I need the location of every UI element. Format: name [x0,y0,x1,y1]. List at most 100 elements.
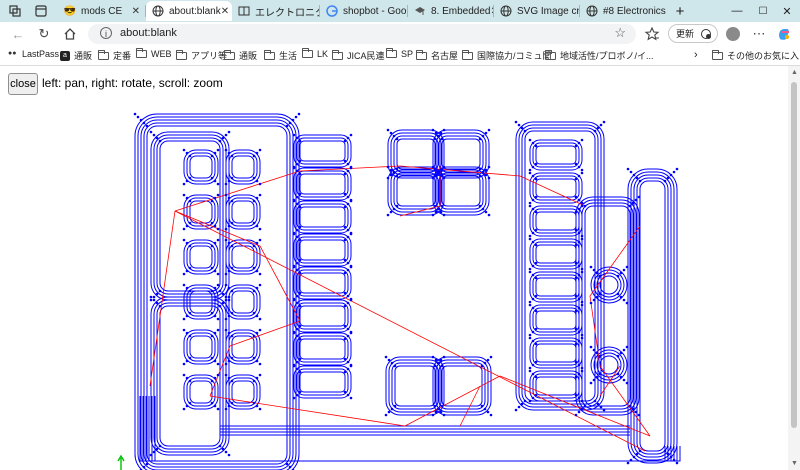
bookmark-folder[interactable]: WEB [136,48,172,59]
address-bar[interactable]: i about:blank ☆ [88,24,636,44]
close-tab-icon[interactable]: ✕ [132,6,140,17]
globe-icon [500,5,512,17]
toolpath-contour [529,304,583,336]
bookmark-folder[interactable]: SP [386,48,413,59]
copilot-icon[interactable] [776,26,792,42]
minimize-icon[interactable]: — [730,1,744,21]
toolpath-point [534,360,538,364]
toolpath-point [574,393,578,397]
profile-avatar[interactable] [725,26,741,42]
toolpath-point [395,174,399,178]
toolpath-point [431,213,435,217]
scroll-down-icon[interactable]: ▼ [791,460,798,467]
toolpath-point [343,337,347,341]
vertical-scrollbar[interactable]: ▲ ▼ [788,66,800,470]
back-icon[interactable]: ← [10,26,26,42]
toolpath-point [213,224,217,228]
close-button[interactable]: close [8,73,38,95]
toolpath-contour [639,180,666,452]
toolpath-point [295,202,299,206]
bookmark-label: 定番 [113,51,132,61]
new-tab-icon[interactable]: + [670,1,690,21]
tab-svg-image[interactable]: SVG Image cre ✕ [494,1,580,21]
info-icon[interactable]: i [100,27,112,39]
toolpath-point [230,289,234,293]
toolpath-point [629,170,633,174]
toolpath-contour [394,365,436,407]
bookmark-folder[interactable]: 地域活性/プロボノ/イ... [545,49,654,62]
tab-mods-ce[interactable]: 😎 mods CE ✕ [58,1,146,21]
tab-electronics-8[interactable]: #8 Electronics ✕ [580,1,666,21]
toolpath-contour [636,177,669,455]
scroll-thumb[interactable] [791,82,797,428]
toolpath-contour [532,307,580,333]
close-window-icon[interactable]: ✕ [780,1,794,21]
toolpath-point [531,396,535,400]
toolpath-point [295,294,299,298]
url-text[interactable]: about:blank [120,27,177,39]
toolpath-point [182,227,186,231]
toolpath-point [227,359,231,363]
toolpath-point [442,176,446,180]
bookmarks-bar: ●● LastPass a 通販 定番 WEB アプリ等 通販 生活 LK JI… [0,46,800,66]
chevron-right-icon[interactable]: › [694,49,698,61]
toolpath-point [619,375,623,379]
toolpath-point [213,179,217,183]
bookmark-label: LK [317,49,329,59]
toolpath-point [528,171,532,175]
home-icon[interactable] [62,26,78,42]
tab-actions-icon[interactable] [34,4,48,18]
toolpath-point [534,261,538,265]
tab-embedded[interactable]: 8. Embedded ✕ [408,1,494,21]
more-options-icon[interactable]: ⋯ [751,26,767,42]
scroll-up-icon[interactable]: ▲ [791,69,798,76]
toolpath-view[interactable] [0,66,788,470]
toolpath-contour [186,332,216,362]
bookmark-folder[interactable]: 通販 [224,49,257,62]
favorite-star-icon[interactable]: ☆ [614,25,626,41]
tab-electronics[interactable]: エレクトロニクス ✕ [232,1,320,21]
bookmark-amazon[interactable]: a 通販 [60,49,92,62]
toolpath-point [580,407,584,411]
toolpath-point [185,179,189,183]
toolpath-point [227,269,231,273]
bookmark-folder[interactable]: 定番 [98,49,131,62]
update-button[interactable]: 更新 [668,24,718,43]
bookmark-folder[interactable]: 名古屋 [416,49,458,62]
bookmark-folder[interactable]: 生活 [264,49,297,62]
toolpath-point [149,130,153,134]
toolpath-point [221,301,225,305]
tab-about-blank[interactable]: about:blank ✕ [146,1,232,21]
toolpath-point [346,136,350,140]
reload-icon[interactable]: ↻ [36,26,52,42]
maximize-icon[interactable]: ☐ [756,1,770,21]
toolpath-point [431,128,435,132]
tab-shopbot[interactable]: shopbot - Goo ✕ [320,1,408,21]
toolpath-point [298,390,302,394]
bookmark-folder[interactable]: JICA民連 [332,49,385,62]
toolpath-point [483,407,487,411]
toolpath-point [188,311,192,315]
toolpath-point [252,266,256,270]
bookmark-label: 名古屋 [431,51,459,61]
toolpath-point [213,196,217,200]
toolpath-point [580,237,584,241]
toolpath-point [440,174,444,178]
toolpath-point [634,410,638,414]
bookmark-folder[interactable]: 国際協力/コミュ関 [462,49,552,62]
bookmark-folder[interactable]: LK [302,48,329,59]
workspaces-icon[interactable] [8,4,22,18]
toolpath-point [635,176,639,180]
toolpath-point [528,336,532,340]
close-tab-icon[interactable]: ✕ [221,6,229,17]
favorites-icon[interactable] [644,26,660,42]
toolpath-point [224,450,228,454]
bookmark-lastpass[interactable]: ●● LastPass [8,49,59,59]
toolpath-point [531,330,535,334]
toolpath-point [258,272,262,276]
toolpath-point [292,331,296,335]
toolpath-point [481,171,485,175]
other-bookmarks[interactable]: その他のお気に入り [712,49,800,62]
toolpath-point [596,126,600,130]
bookmark-folder[interactable]: アプリ等 [176,49,227,62]
